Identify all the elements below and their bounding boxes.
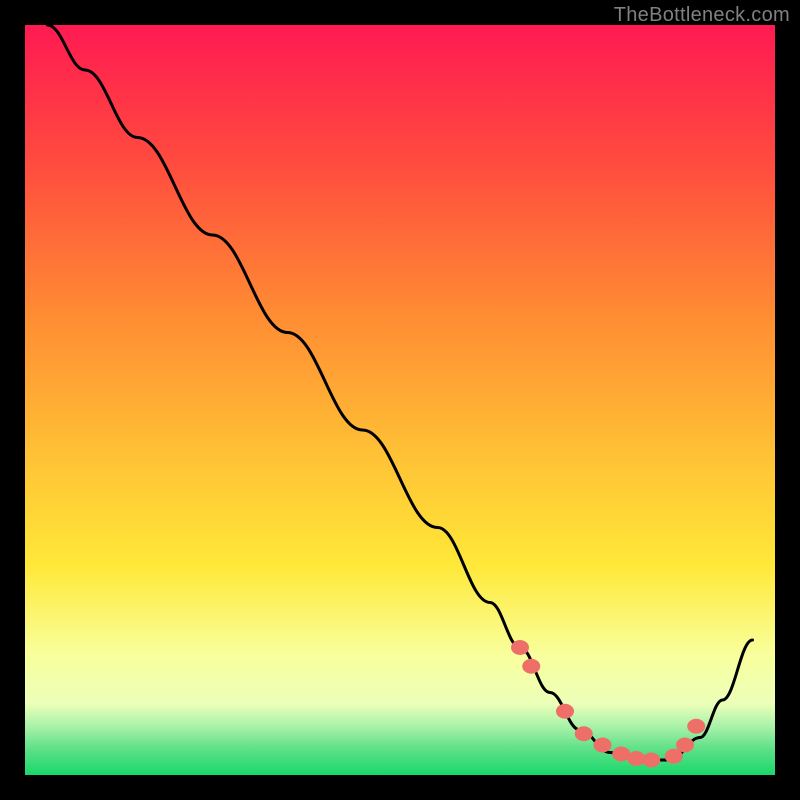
marker-dot: [676, 738, 694, 753]
marker-dot: [556, 704, 574, 719]
marker-dot: [575, 726, 593, 741]
marker-dot: [522, 659, 540, 674]
marker-dot: [594, 738, 612, 753]
watermark-text: TheBottleneck.com: [614, 4, 790, 27]
chart-svg: [0, 0, 800, 800]
marker-dot: [511, 640, 529, 655]
marker-dot: [687, 719, 705, 734]
marker-dot: [642, 753, 660, 768]
chart-stage: TheBottleneck.com: [0, 0, 800, 800]
